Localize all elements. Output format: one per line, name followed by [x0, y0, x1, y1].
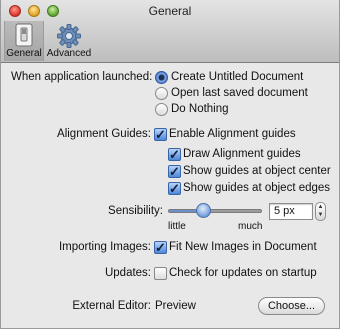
slider-min-label: little: [168, 221, 186, 232]
tab-advanced[interactable]: Advanced: [45, 21, 93, 61]
launch-label: When application launched:: [11, 71, 153, 83]
check-updates-label[interactable]: Check for updates on startup: [169, 267, 317, 279]
fit-images-checkbox[interactable]: ✓: [154, 241, 167, 254]
draw-alignment-label[interactable]: Draw Alignment guides: [183, 148, 301, 160]
check-updates-checkbox[interactable]: [154, 267, 167, 280]
sensibility-label: Sensibility:: [108, 205, 163, 217]
tab-advanced-label: Advanced: [46, 48, 92, 59]
guides-center-label[interactable]: Show guides at object center: [183, 165, 331, 177]
window-title: General: [148, 4, 192, 18]
enable-alignment-label[interactable]: Enable Alignment guides: [169, 128, 296, 140]
slider-knob[interactable]: [196, 203, 212, 218]
slider-max-label: much: [238, 221, 263, 232]
draw-alignment-checkbox[interactable]: ✓: [168, 148, 181, 161]
external-editor-label: External Editor:: [72, 300, 151, 312]
sensibility-stepper[interactable]: ▲ ▼: [315, 202, 326, 221]
toolbar: General General Advanced: [1, 0, 339, 63]
radio-create-untitled[interactable]: [155, 71, 168, 84]
radio-create-untitled-label[interactable]: Create Untitled Document: [171, 71, 303, 83]
importing-label: Importing Images:: [58, 241, 151, 253]
fit-images-label[interactable]: Fit New Images in Document: [169, 241, 317, 253]
switch-icon: [15, 23, 33, 47]
choose-button[interactable]: Choose...: [258, 297, 325, 315]
guides-edges-label[interactable]: Show guides at object edges: [183, 182, 330, 194]
radio-open-last-label[interactable]: Open last saved document: [171, 87, 308, 99]
updates-label: Updates:: [104, 267, 151, 279]
tab-general-label: General: [6, 48, 42, 59]
gear-icon: [57, 24, 81, 48]
sensibility-value-field[interactable]: 5 px: [269, 203, 313, 220]
external-editor-value: Preview: [155, 300, 196, 312]
radio-open-last[interactable]: [155, 87, 168, 100]
alignment-label: Alignment Guides:: [57, 128, 151, 140]
enable-alignment-checkbox[interactable]: ✓: [154, 128, 167, 141]
radio-do-nothing-label[interactable]: Do Nothing: [171, 103, 229, 115]
radio-do-nothing[interactable]: [155, 103, 168, 116]
guides-edges-checkbox[interactable]: ✓: [168, 182, 181, 195]
preferences-window: General General Advanced When applicatio…: [0, 0, 340, 329]
guides-center-checkbox[interactable]: ✓: [168, 165, 181, 178]
sensibility-slider[interactable]: [168, 209, 262, 213]
tab-general[interactable]: General: [4, 21, 44, 61]
